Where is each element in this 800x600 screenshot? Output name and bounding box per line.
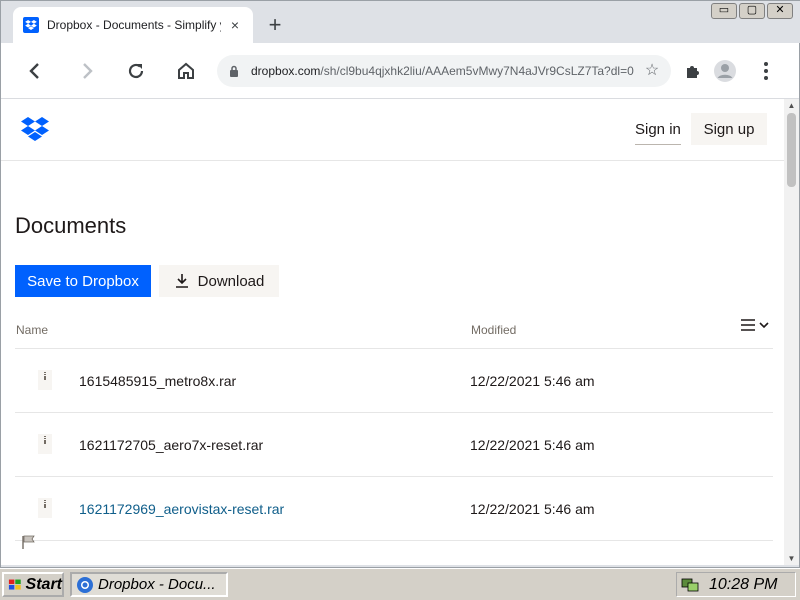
back-arrow-icon [29, 63, 39, 79]
tab-close-icon[interactable]: × [227, 17, 243, 33]
file-name[interactable]: 1621172969_aerovistax-reset.rar [79, 501, 284, 517]
archive-file-icon [38, 434, 52, 454]
view-toggle-button[interactable] [741, 319, 769, 331]
browser-tab-dropbox[interactable]: Dropbox - Documents - Simplify your × [13, 7, 253, 43]
windows-logo-icon [8, 579, 21, 590]
file-list-header: Name Modified [15, 315, 773, 349]
profile-button[interactable] [711, 57, 739, 85]
taskbar-clock: 10:28 PM [709, 575, 778, 593]
home-icon [178, 62, 194, 79]
browser-toolbar: dropbox.com/sh/cl9bu4qjxhk2liu/AAAem5vMw… [1, 43, 799, 99]
minimize-button[interactable]: ▭ [711, 3, 737, 19]
download-label: Download [197, 272, 265, 290]
maximize-button[interactable]: ▢ [739, 3, 765, 19]
chevron-down-icon [759, 322, 769, 329]
file-modified: 12/22/2021 5:46 am [470, 373, 595, 389]
list-view-icon [741, 319, 755, 331]
file-list: 1615485915_metro8x.rar 12/22/2021 5:46 a… [15, 349, 773, 541]
file-modified: 12/22/2021 5:46 am [470, 501, 595, 517]
scroll-down-icon[interactable]: ▼ [787, 554, 796, 563]
extensions-button[interactable] [679, 57, 707, 85]
close-window-button[interactable]: ✕ [767, 3, 793, 19]
url-path: /sh/cl9bu4qjxhk2liu/AAAem5vMwy7N4aJVr9Cs… [320, 64, 634, 78]
download-icon [175, 274, 188, 288]
system-tray: 10:28 PM [676, 572, 796, 597]
new-tab-button[interactable]: + [263, 13, 287, 37]
start-label: Start [25, 575, 62, 593]
taskbar-item-label: Dropbox - Docu... [98, 576, 216, 593]
scroll-thumb[interactable] [787, 113, 796, 187]
forward-arrow-icon [83, 63, 93, 79]
lock-icon [227, 64, 241, 78]
folder-title: Documents [15, 213, 127, 238]
address-bar[interactable]: dropbox.com/sh/cl9bu4qjxhk2liu/AAAem5vMw… [217, 55, 671, 87]
forward-button[interactable] [73, 57, 101, 85]
vertical-scrollbar[interactable]: ▲ ▼ [784, 99, 799, 565]
taskbar-item-browser[interactable]: Dropbox - Docu... [70, 572, 228, 597]
file-name[interactable]: 1621172705_aero7x-reset.rar [79, 437, 263, 453]
report-flag-icon[interactable] [21, 535, 37, 549]
scroll-up-icon[interactable]: ▲ [787, 101, 796, 110]
back-button[interactable] [21, 57, 49, 85]
url-text: dropbox.com/sh/cl9bu4qjxhk2liu/AAAem5vMw… [251, 64, 643, 78]
kebab-menu-icon [764, 62, 768, 80]
archive-file-icon [38, 498, 52, 518]
bookmark-star-icon[interactable]: ☆ [643, 62, 661, 80]
reload-button[interactable] [122, 57, 150, 85]
start-button[interactable]: Start [2, 572, 64, 597]
taskbar: Start Dropbox - Docu... 10:28 PM [0, 568, 800, 600]
browser-menu-button[interactable] [752, 57, 780, 85]
avatar-icon [714, 60, 736, 82]
file-row[interactable]: 1621172705_aero7x-reset.rar 12/22/2021 5… [15, 413, 773, 477]
network-tray-icon[interactable] [681, 577, 699, 593]
file-row[interactable]: 1621172969_aerovistax-reset.rar 12/22/20… [15, 477, 773, 541]
file-modified: 12/22/2021 5:46 am [470, 437, 595, 453]
file-name[interactable]: 1615485915_metro8x.rar [79, 373, 236, 389]
save-to-dropbox-button[interactable]: Save to Dropbox [15, 265, 151, 297]
name-column-header[interactable]: Name [16, 323, 48, 337]
dropbox-logo-icon[interactable] [21, 117, 49, 141]
url-host: dropbox.com [251, 64, 321, 78]
reload-icon [128, 63, 144, 79]
tab-strip: Dropbox - Documents - Simplify your × + … [1, 1, 800, 43]
window-controls: ▭ ▢ ✕ [711, 3, 793, 19]
page-viewport: Sign in Sign up Documents Save to Dropbo… [1, 99, 784, 565]
browser-app-icon [77, 576, 93, 593]
file-row[interactable]: 1615485915_metro8x.rar 12/22/2021 5:46 a… [15, 349, 773, 413]
site-header: Sign in Sign up [1, 99, 784, 161]
modified-column-header[interactable]: Modified [471, 323, 516, 337]
tab-title: Dropbox - Documents - Simplify your [47, 18, 221, 32]
home-button[interactable] [172, 57, 200, 85]
dropbox-favicon-icon [23, 17, 39, 33]
sign-in-link[interactable]: Sign in [635, 121, 681, 145]
browser-window: Dropbox - Documents - Simplify your × + … [0, 0, 800, 568]
download-button[interactable]: Download [159, 265, 279, 297]
archive-file-icon [38, 370, 52, 390]
puzzle-icon [687, 66, 699, 78]
sign-up-button[interactable]: Sign up [691, 113, 767, 145]
